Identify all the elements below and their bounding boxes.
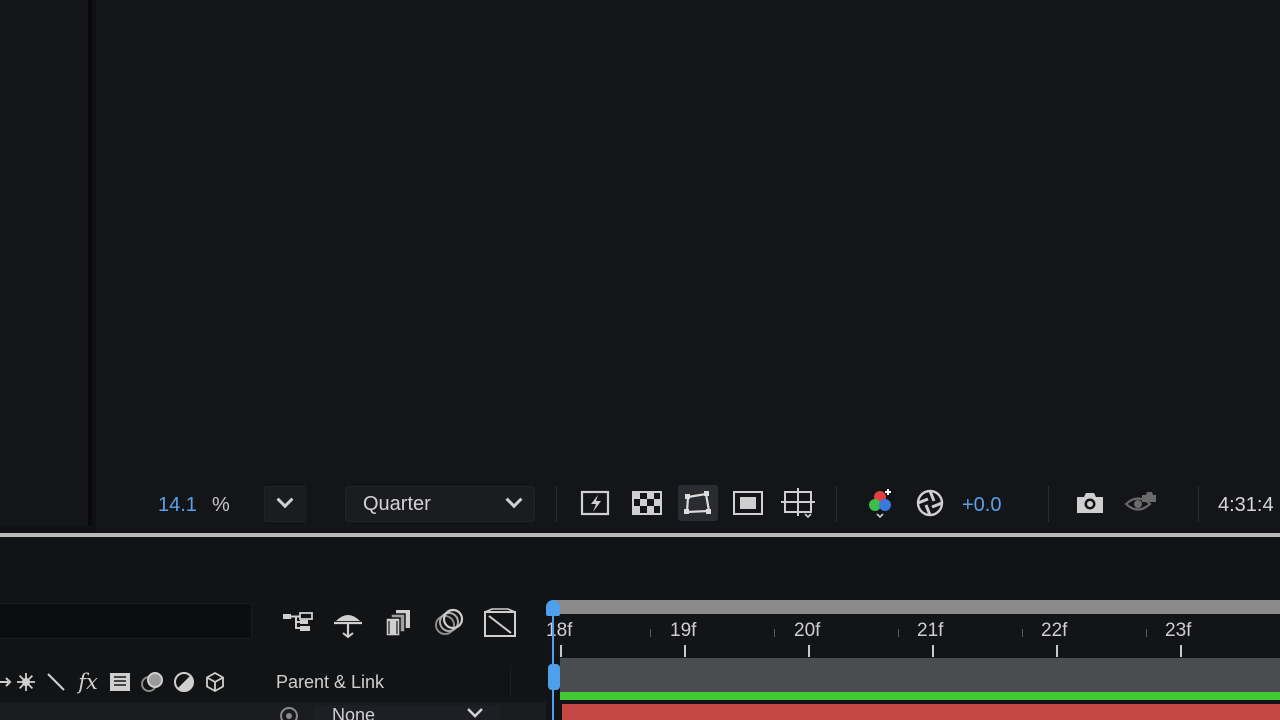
after-effects-window: 14.1 % Quarter +0.0 4:31:4 fx Parent & L… <box>0 0 1280 720</box>
quality-switch-icon[interactable] <box>42 668 70 696</box>
minor-tick <box>650 629 651 637</box>
composition-track[interactable] <box>560 658 1280 692</box>
parent-link-column-header[interactable]: Parent & Link <box>276 672 384 693</box>
flowchart-icon <box>283 612 313 631</box>
collapse-transform-icon[interactable] <box>12 668 40 696</box>
ruler-tick <box>1180 645 1182 657</box>
ruler-tick <box>684 645 686 657</box>
frame-blending-button[interactable] <box>378 604 418 642</box>
magnification-unit: % <box>212 493 230 516</box>
adjustment-layer-switch-icon[interactable] <box>170 668 198 696</box>
ruler-label: 19f <box>670 620 697 641</box>
composition-flowchart-button[interactable] <box>278 604 318 642</box>
color-channels-icon <box>869 489 891 519</box>
aperture-icon <box>916 489 944 517</box>
ruler-label: 20f <box>794 620 821 641</box>
region-of-interest-button[interactable] <box>728 485 768 521</box>
parent-dropdown-value: None <box>332 705 376 720</box>
chevron-down-icon <box>467 708 483 718</box>
toolbar-divider <box>1198 486 1199 522</box>
3d-layer-switch-icon[interactable] <box>201 668 229 696</box>
motion-blur-button[interactable] <box>428 604 468 642</box>
camera-icon <box>1077 493 1103 513</box>
magnification-value[interactable]: 14.1 <box>158 490 197 520</box>
motion-blur-icon <box>435 608 464 635</box>
resolution-dropdown[interactable]: Quarter <box>345 486 535 522</box>
composition-viewer[interactable] <box>96 0 1280 474</box>
work-area-bar[interactable] <box>552 600 1280 614</box>
effects-switch-icon[interactable]: fx <box>74 668 102 696</box>
ruler-label: 18f <box>546 620 573 641</box>
grid-guides-icon <box>781 488 815 518</box>
ruler-tick <box>1056 645 1058 657</box>
layer-duration-bar[interactable] <box>562 704 1280 720</box>
graph-editor-icon <box>484 608 516 637</box>
pickwhip-icon[interactable] <box>278 704 300 720</box>
fast-previews-button[interactable] <box>576 485 616 521</box>
reset-exposure-button[interactable] <box>910 485 950 521</box>
take-snapshot-button[interactable] <box>1070 485 1110 521</box>
ruler-tick <box>560 645 562 657</box>
show-snapshot-button[interactable] <box>1120 485 1160 521</box>
magnification-dropdown[interactable] <box>264 486 306 522</box>
transparency-grid-button[interactable] <box>627 485 667 521</box>
frame-blending-icon <box>385 610 410 637</box>
minor-tick <box>1022 629 1023 637</box>
ruler-label: 22f <box>1041 620 1068 641</box>
chevron-down-icon <box>505 491 523 509</box>
grid-guides-button[interactable] <box>778 485 818 521</box>
playhead-handle[interactable] <box>546 600 560 616</box>
draft-3d-icon <box>334 615 362 639</box>
current-time-indicator[interactable] <box>548 664 560 690</box>
minor-tick <box>1146 629 1147 637</box>
chevron-down-icon <box>276 491 294 509</box>
minor-tick <box>898 629 899 637</box>
ruler-label: 23f <box>1165 620 1192 641</box>
exposure-value[interactable]: +0.0 <box>962 490 1001 520</box>
mask-visibility-button[interactable] <box>678 485 718 521</box>
ruler-tick <box>932 645 934 657</box>
show-channel-button[interactable] <box>860 485 900 521</box>
draft-3d-button[interactable] <box>328 604 368 642</box>
ruler-tick <box>808 645 810 657</box>
resolution-label: Quarter <box>363 492 431 515</box>
motion-blur-switch-icon[interactable] <box>138 668 166 696</box>
fast-previews-icon <box>580 490 610 516</box>
project-panel <box>0 0 92 474</box>
render-cache-bar <box>560 692 1280 700</box>
transparency-grid-icon <box>632 491 662 515</box>
toolbar-divider <box>1048 486 1049 522</box>
mask-path-icon <box>684 491 711 514</box>
show-snapshot-icon <box>1124 492 1156 511</box>
current-time-display[interactable]: 4:31:4 <box>1218 490 1274 520</box>
column-divider <box>510 666 511 696</box>
graph-editor-button[interactable] <box>480 604 520 642</box>
ruler-label: 21f <box>917 620 944 641</box>
toolbar-divider <box>836 486 837 522</box>
toolbar-divider <box>556 486 557 522</box>
project-panel-footer <box>0 474 92 526</box>
minor-tick <box>774 629 775 637</box>
timeline-search-input[interactable] <box>0 603 252 639</box>
region-of-interest-icon <box>733 491 763 515</box>
frame-blend-switch-icon[interactable] <box>106 668 134 696</box>
